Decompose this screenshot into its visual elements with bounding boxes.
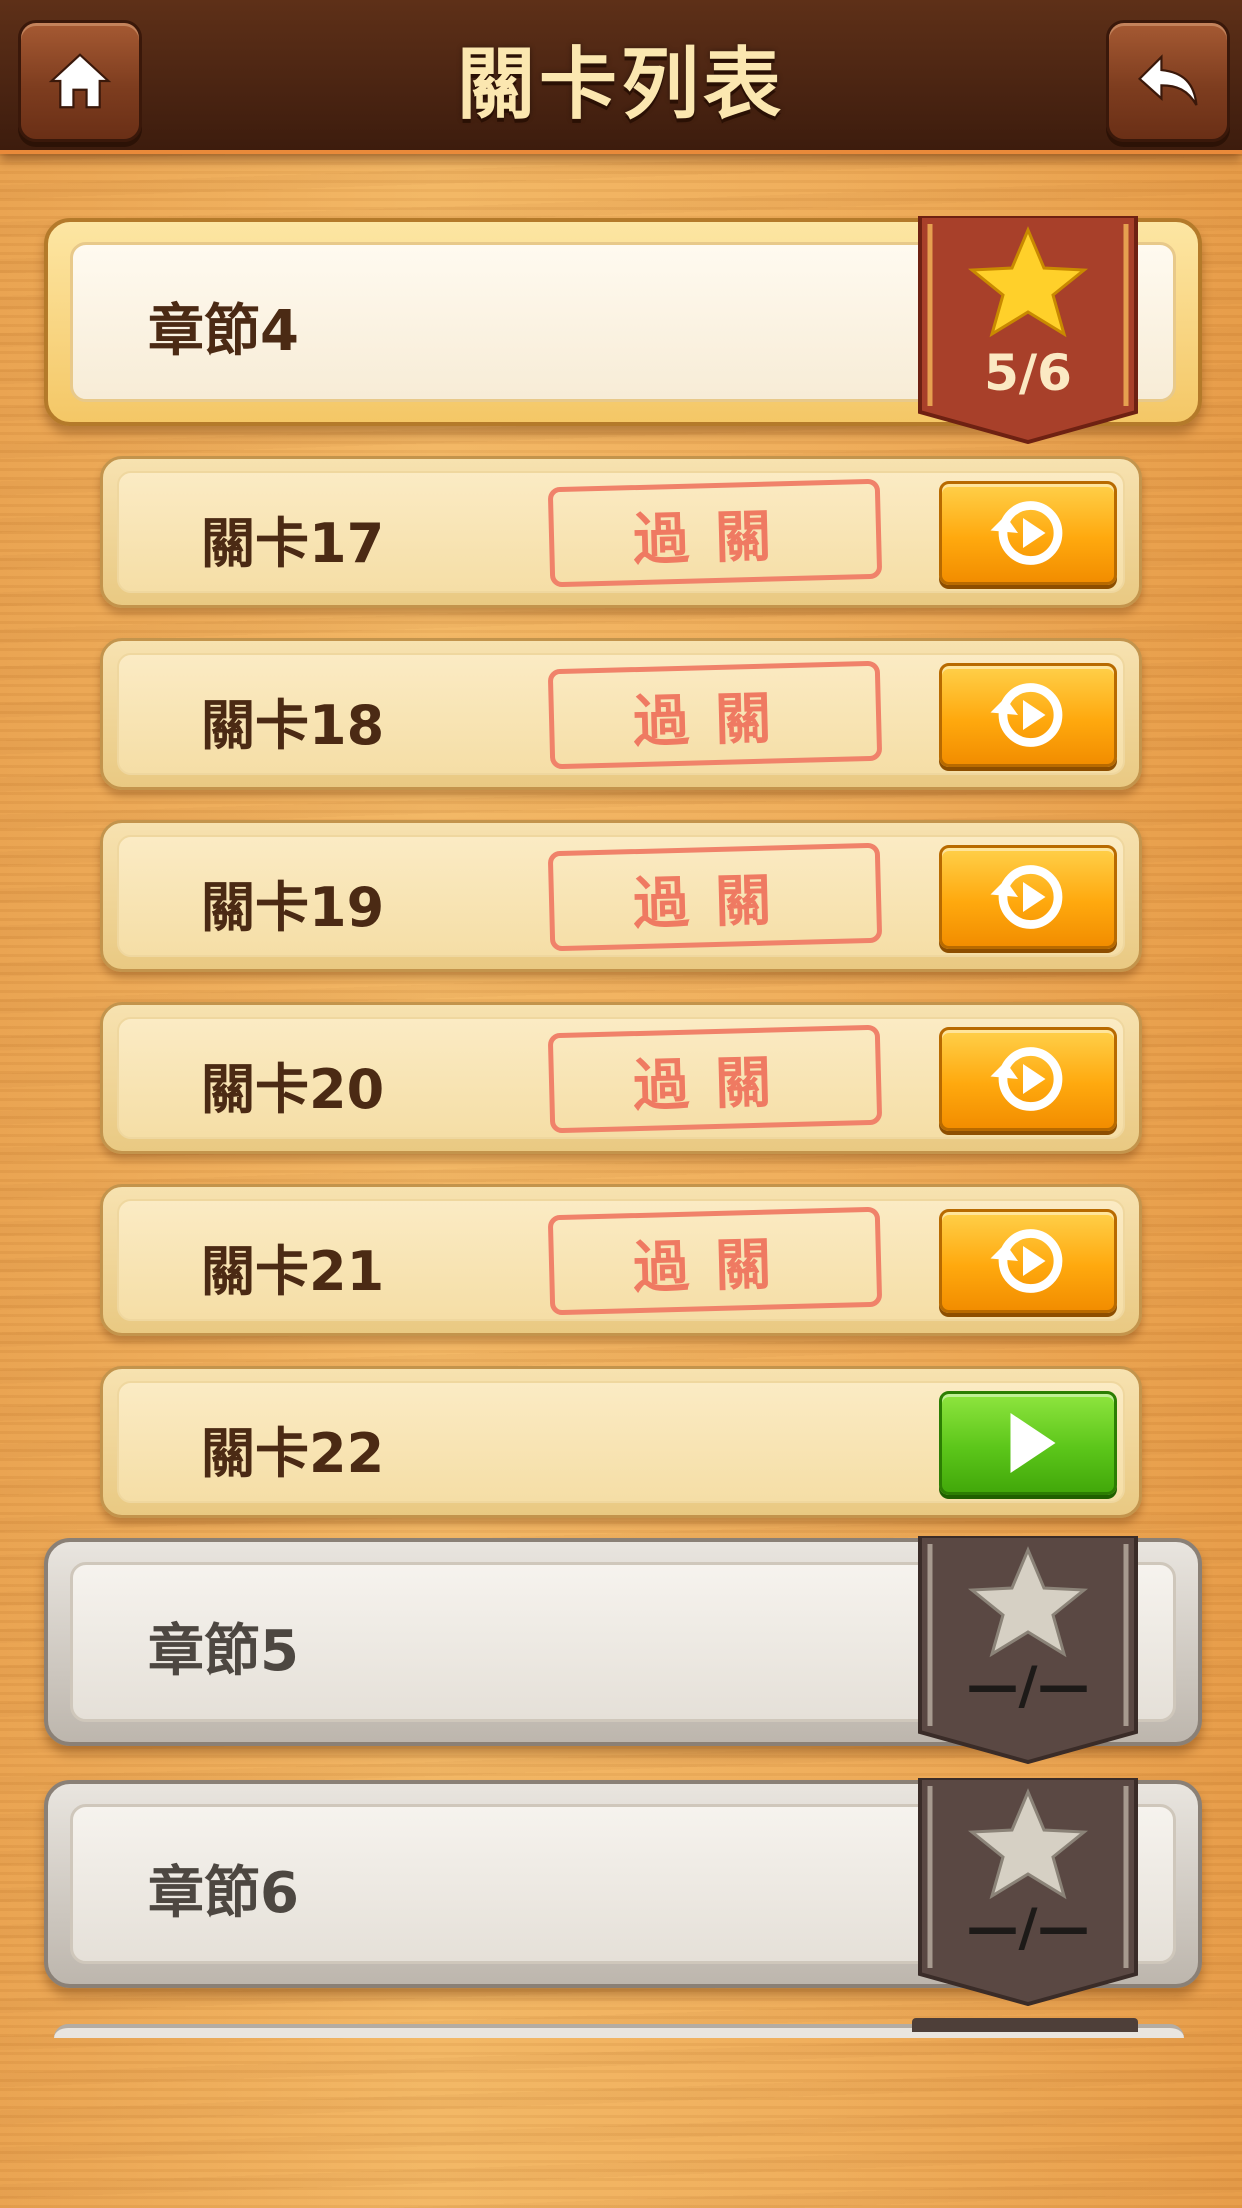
- back-arrow-icon: [1137, 54, 1198, 106]
- level-row[interactable]: 關卡21 過關: [100, 1184, 1142, 1336]
- replay-icon: [990, 1229, 1063, 1293]
- chapter-label: 章節5: [148, 1619, 299, 1684]
- chapter-star-ribbon: —/—: [916, 1778, 1140, 2006]
- level-label: 關卡21: [201, 1240, 385, 1303]
- replay-button[interactable]: [939, 1027, 1117, 1131]
- back-button[interactable]: [1106, 20, 1230, 142]
- level-row[interactable]: 關卡18 過關: [100, 638, 1142, 790]
- chapter-star-count: 5/6: [984, 344, 1072, 402]
- chapter-star-count: —/—: [966, 1898, 1090, 1958]
- replay-button[interactable]: [939, 845, 1117, 949]
- level-label: 關卡20: [201, 1058, 385, 1121]
- chapter-star-ribbon: 5/6: [916, 216, 1140, 444]
- chapter-label: 章節4: [148, 299, 299, 364]
- top-bar: 關卡列表: [0, 0, 1242, 154]
- level-row[interactable]: 關卡19 過關: [100, 820, 1142, 972]
- cleared-stamp: 過關: [547, 660, 883, 770]
- chapter-row-5[interactable]: 章節5 —/—: [44, 1536, 1202, 1764]
- page-title: 關卡列表: [456, 40, 785, 130]
- replay-button[interactable]: [939, 481, 1117, 585]
- cleared-stamp: 過關: [547, 1206, 883, 1316]
- chapter-row-6[interactable]: 章節6 —/—: [44, 1778, 1202, 2006]
- level-label: 關卡17: [201, 512, 385, 575]
- play-button[interactable]: [939, 1391, 1117, 1495]
- play-icon: [1010, 1413, 1056, 1473]
- cleared-stamp: 過關: [547, 478, 883, 588]
- level-label: 關卡22: [201, 1422, 385, 1485]
- replay-button[interactable]: [939, 663, 1117, 767]
- level-label: 關卡19: [201, 876, 385, 939]
- level-row[interactable]: 關卡22: [100, 1366, 1142, 1518]
- level-row[interactable]: 關卡17 過關: [100, 456, 1142, 608]
- replay-button[interactable]: [939, 1209, 1117, 1313]
- level-row[interactable]: 關卡20 過關: [100, 1002, 1142, 1154]
- chapter-ribbon-partial: [912, 2018, 1138, 2032]
- cleared-stamp: 過關: [547, 842, 883, 952]
- replay-icon: [990, 683, 1063, 747]
- replay-icon: [990, 1047, 1063, 1111]
- chapter-star-ribbon: —/—: [916, 1536, 1140, 1764]
- level-label: 關卡18: [201, 694, 385, 757]
- chapter-label: 章節6: [148, 1861, 299, 1926]
- chapter-star-count: —/—: [966, 1656, 1090, 1716]
- cleared-stamp: 過關: [547, 1024, 883, 1134]
- replay-icon: [990, 865, 1063, 929]
- chapter-row-4[interactable]: 章節4 5/6: [44, 216, 1202, 444]
- replay-icon: [990, 501, 1063, 565]
